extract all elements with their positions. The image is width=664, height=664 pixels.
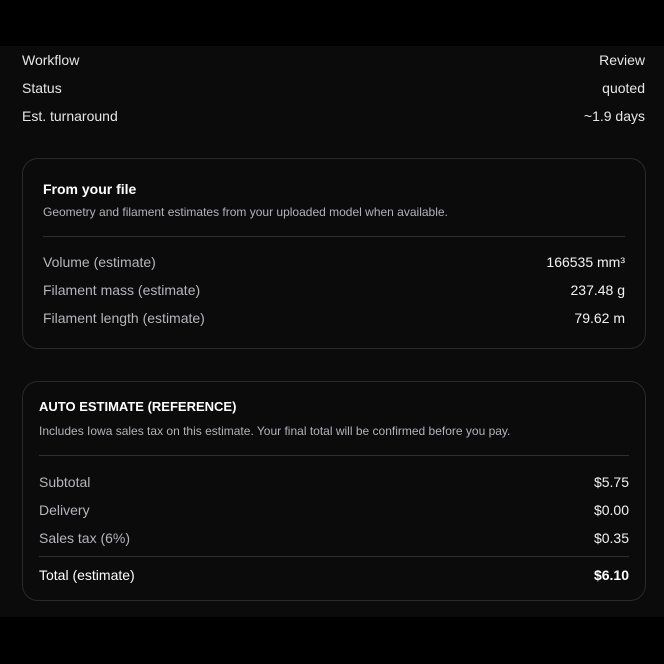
summary-row-workflow: Workflow Review bbox=[22, 50, 645, 70]
delivery-row: Delivery $0.00 bbox=[39, 500, 629, 520]
summary-row-status: Status quoted bbox=[22, 78, 645, 98]
estimate-card-subtitle: Includes Iowa sales tax on this estimate… bbox=[39, 424, 511, 438]
summary-value: ~1.9 days bbox=[583, 108, 645, 124]
file-card-title: From your file bbox=[43, 181, 137, 197]
summary-value: Review bbox=[599, 52, 645, 68]
total-value: $6.10 bbox=[593, 567, 629, 583]
sales-tax-value: $0.35 bbox=[593, 530, 629, 546]
summary-label: Status bbox=[22, 80, 62, 96]
filament-mass-row: Filament mass (estimate) 237.48 g bbox=[43, 280, 625, 300]
auto-estimate-card: AUTO ESTIMATE (REFERENCE) Includes Iowa … bbox=[22, 381, 646, 601]
sales-tax-label: Sales tax (6%) bbox=[39, 530, 131, 546]
filament-length-value: 79.62 m bbox=[574, 310, 625, 326]
delivery-label: Delivery bbox=[39, 502, 90, 518]
file-card-divider bbox=[43, 236, 625, 237]
filament-length-label: Filament length (estimate) bbox=[43, 310, 205, 326]
filament-mass-value: 237.48 g bbox=[570, 282, 626, 298]
volume-label: Volume (estimate) bbox=[43, 254, 156, 270]
total-label: Total (estimate) bbox=[39, 567, 135, 583]
volume-row: Volume (estimate) 166535 mm³ bbox=[43, 252, 625, 272]
summary-row-turnaround: Est. turnaround ~1.9 days bbox=[22, 106, 645, 126]
order-details-panel: Workflow Review Status quoted Est. turna… bbox=[0, 46, 664, 617]
filament-mass-label: Filament mass (estimate) bbox=[43, 282, 201, 298]
estimate-card-divider bbox=[39, 455, 629, 456]
estimate-card-title: AUTO ESTIMATE (REFERENCE) bbox=[39, 399, 237, 414]
summary-value: quoted bbox=[602, 80, 645, 96]
filament-length-row: Filament length (estimate) 79.62 m bbox=[43, 308, 625, 328]
file-estimate-card: From your file Geometry and filament est… bbox=[22, 158, 646, 349]
total-divider bbox=[39, 556, 629, 557]
summary-label: Est. turnaround bbox=[22, 108, 118, 124]
subtotal-value: $5.75 bbox=[593, 474, 629, 490]
subtotal-label: Subtotal bbox=[39, 474, 91, 490]
subtotal-row: Subtotal $5.75 bbox=[39, 472, 629, 492]
file-card-subtitle: Geometry and filament estimates from you… bbox=[43, 205, 448, 219]
total-row: Total (estimate) $6.10 bbox=[39, 565, 629, 585]
delivery-value: $0.00 bbox=[593, 502, 629, 518]
summary-label: Workflow bbox=[22, 52, 80, 68]
sales-tax-row: Sales tax (6%) $0.35 bbox=[39, 528, 629, 548]
volume-value: 166535 mm³ bbox=[546, 254, 625, 270]
